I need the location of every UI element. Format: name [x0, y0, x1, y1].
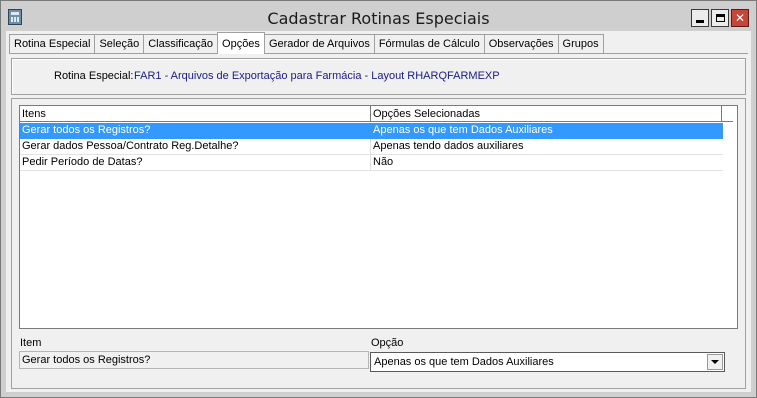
minimize-icon [696, 19, 704, 23]
maximize-icon [715, 14, 725, 22]
row-option: Apenas os que tem Dados Auxiliares [373, 124, 553, 136]
tab-rotina-especial[interactable]: Rotina Especial [9, 34, 96, 53]
list-row[interactable]: Gerar dados Pessoa/Contrato Reg.Detalhe?… [20, 139, 723, 155]
item-field: Gerar todos os Registros? [19, 351, 369, 369]
tab-grupos[interactable]: Grupos [557, 34, 604, 53]
column-header-opcoes-selecionadas[interactable]: Opções Selecionadas [371, 106, 722, 122]
item-label: Item [20, 337, 42, 349]
window-title: Cadastrar Rotinas Especiais [267, 9, 490, 28]
option-label: Opção [371, 337, 404, 349]
tab-gerador-de-arquivos[interactable]: Gerador de Arquivos [263, 34, 375, 53]
tab-selecao[interactable]: Seleção [94, 34, 145, 53]
option-select[interactable]: Apenas os que tem Dados Auxiliares [370, 352, 725, 372]
column-header-filler [722, 106, 733, 122]
routine-info-panel: Rotina Especial: FAR1 - Arquivos de Expo… [11, 58, 746, 95]
column-header-itens[interactable]: Itens [20, 106, 371, 122]
tab-formulas-de-calculo[interactable]: Fórmulas de Cálculo [373, 34, 485, 53]
options-list[interactable]: Itens Opções Selecionadas Gerar todos os… [19, 105, 738, 329]
close-icon: ✕ [734, 11, 746, 25]
list-row[interactable]: Gerar todos os Registros? Apenas os que … [20, 123, 723, 139]
list-rows: Gerar todos os Registros? Apenas os que … [20, 123, 723, 171]
list-row[interactable]: Pedir Período de Datas? Não [20, 155, 723, 171]
row-option: Apenas tendo dados auxiliares [373, 140, 524, 152]
tab-observacoes[interactable]: Observações [483, 34, 559, 53]
row-item: Gerar todos os Registros? [20, 123, 371, 138]
dropdown-button[interactable] [707, 354, 723, 370]
row-option: Não [373, 156, 394, 168]
maximize-button[interactable] [711, 9, 729, 27]
tab-divider [9, 53, 748, 54]
tab-bar: Rotina Especial Seleção Classificação Op… [9, 32, 604, 54]
routine-value: FAR1 - Arquivos de Exportação para Farmá… [134, 70, 500, 82]
minimize-button[interactable] [691, 9, 709, 27]
tab-classificacao[interactable]: Classificação [143, 34, 219, 53]
tab-opcoes[interactable]: Opções [217, 32, 265, 54]
row-item: Gerar dados Pessoa/Contrato Reg.Detalhe? [20, 139, 371, 154]
close-button[interactable]: ✕ [731, 9, 749, 27]
row-item: Pedir Período de Datas? [20, 155, 371, 170]
routine-label: Rotina Especial: [54, 70, 134, 82]
chevron-down-icon [711, 360, 719, 364]
list-header: Itens Opções Selecionadas [20, 106, 733, 122]
options-panel: Itens Opções Selecionadas Gerar todos os… [11, 98, 746, 389]
title-bar[interactable]: Cadastrar Rotinas Especiais ✕ [1, 1, 756, 31]
option-select-value: Apenas os que tem Dados Auxiliares [374, 356, 554, 368]
main-window: Cadastrar Rotinas Especiais ✕ Rotina Esp… [0, 0, 757, 398]
window-client: Rotina Especial Seleção Classificação Op… [6, 31, 751, 392]
